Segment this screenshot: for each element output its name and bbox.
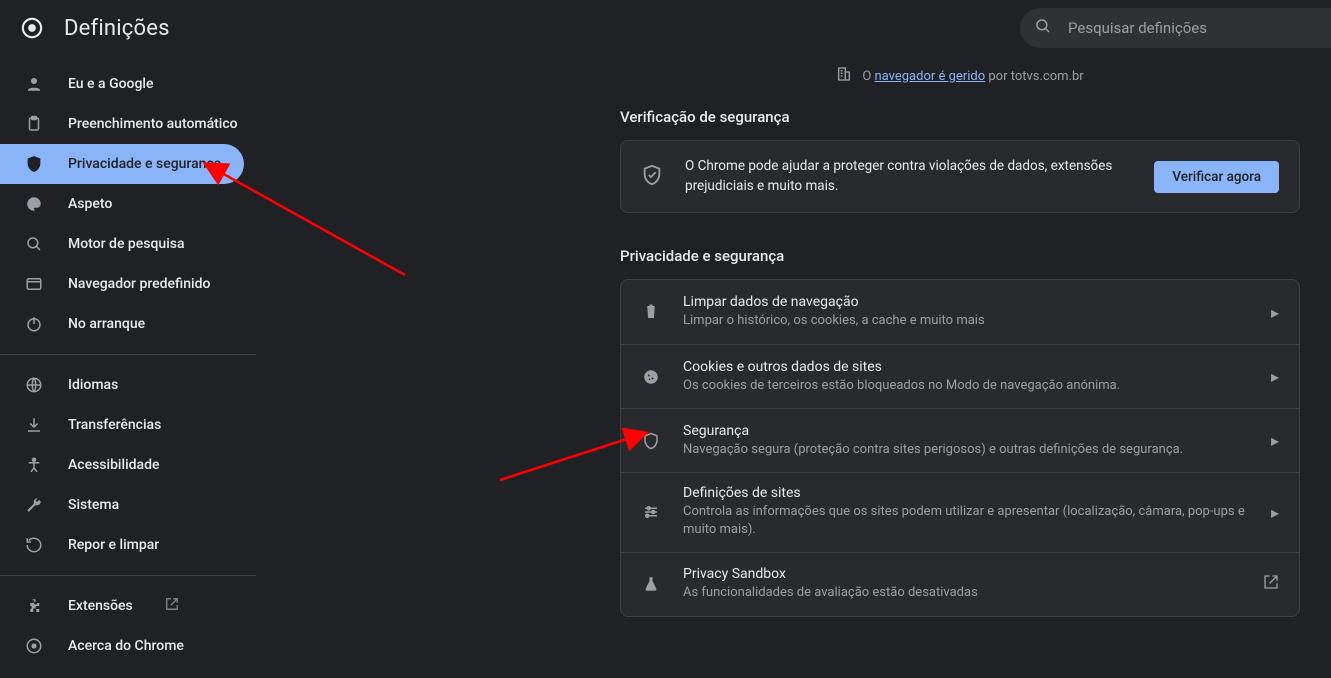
sidebar-item-default-browser[interactable]: Navegador predefinido: [0, 264, 244, 304]
row-clear-browsing-data[interactable]: Limpar dados de navegação Limpar o histó…: [621, 280, 1299, 344]
sidebar-item-label: Acessibilidade: [68, 457, 159, 473]
sidebar-item-search-engine[interactable]: Motor de pesquisa: [0, 224, 244, 264]
sidebar-item-about-chrome[interactable]: Acerca do Chrome: [0, 626, 244, 666]
page-title: Definições: [64, 16, 170, 41]
restore-icon: [24, 535, 44, 555]
sidebar-item-label: Transferências: [68, 417, 161, 433]
power-icon: [24, 314, 44, 334]
clipboard-icon: [24, 114, 44, 134]
row-site-settings[interactable]: Definições de sites Controla as informaç…: [621, 472, 1299, 551]
privacy-section-title: Privacidade e segurança: [620, 247, 1300, 265]
external-link-icon: [165, 597, 179, 615]
safety-check-section-title: Verificação de segurança: [620, 108, 1300, 126]
sidebar-item-you-and-google[interactable]: Eu e a Google: [0, 64, 244, 104]
sidebar-item-reset[interactable]: Repor e limpar: [0, 525, 244, 565]
sidebar-divider: [0, 354, 256, 355]
search-icon: [24, 234, 44, 254]
sidebar-item-label: Repor e limpar: [68, 537, 159, 553]
row-title: Definições de sites: [683, 485, 1249, 501]
person-icon: [24, 74, 44, 94]
row-privacy-sandbox[interactable]: Privacy Sandbox As funcionalidades de av…: [621, 552, 1299, 616]
flask-icon: [641, 575, 661, 593]
sidebar-item-label: Idiomas: [68, 377, 118, 393]
sidebar-item-label: Navegador predefinido: [68, 276, 210, 292]
download-icon: [24, 415, 44, 435]
browser-icon: [24, 274, 44, 294]
chevron-right-icon: ▸: [1271, 367, 1279, 386]
sidebar-item-label: Preenchimento automático: [68, 116, 238, 132]
sidebar-item-label: Extensões: [68, 598, 133, 614]
chevron-right-icon: ▸: [1271, 503, 1279, 522]
row-title: Segurança: [683, 423, 1249, 439]
sidebar-divider: [0, 575, 256, 576]
sliders-icon: [641, 503, 661, 521]
row-subtitle: Limpar o histórico, os cookies, a cache …: [683, 312, 1249, 330]
search-icon: [1034, 17, 1052, 39]
row-cookies[interactable]: Cookies e outros dados de sites Os cooki…: [621, 344, 1299, 408]
chrome-logo-icon: [20, 16, 44, 40]
search-placeholder: Pesquisar definições: [1068, 19, 1207, 37]
row-subtitle: Navegação segura (proteção contra sites …: [683, 441, 1249, 459]
sidebar-item-label: Motor de pesquisa: [68, 236, 185, 252]
trash-icon: [641, 303, 661, 321]
sidebar-item-label: Privacidade e segurança: [68, 156, 221, 172]
row-title: Limpar dados de navegação: [683, 294, 1249, 310]
sidebar-item-on-startup[interactable]: No arranque: [0, 304, 244, 344]
safety-check-button[interactable]: Verificar agora: [1154, 161, 1279, 193]
globe-icon: [24, 375, 44, 395]
privacy-list: Limpar dados de navegação Limpar o histó…: [620, 279, 1300, 616]
search-input[interactable]: Pesquisar definições: [1020, 8, 1331, 48]
shield-check-icon: [641, 164, 663, 190]
external-link-icon: [1263, 574, 1279, 594]
sidebar-item-label: Acerca do Chrome: [68, 638, 184, 654]
managed-by-bar: O navegador é gerido por totvs.com.br: [620, 62, 1300, 90]
shield-icon: [641, 432, 661, 450]
shield-icon: [24, 154, 44, 174]
sidebar-item-downloads[interactable]: Transferências: [0, 405, 244, 445]
row-security[interactable]: Segurança Navegação segura (proteção con…: [621, 408, 1299, 472]
managed-link[interactable]: navegador é gerido: [874, 69, 985, 84]
sidebar-item-label: No arranque: [68, 316, 145, 332]
row-subtitle: As funcionalidades de avaliação estão de…: [683, 584, 1241, 602]
puzzle-icon: [24, 596, 44, 616]
sidebar-item-label: Sistema: [68, 497, 119, 513]
header: Definições Pesquisar definições: [0, 0, 1331, 56]
palette-icon: [24, 194, 44, 214]
wrench-icon: [24, 495, 44, 515]
chevron-right-icon: ▸: [1271, 303, 1279, 322]
sidebar-item-system[interactable]: Sistema: [0, 485, 244, 525]
cookie-icon: [641, 368, 661, 386]
sidebar-item-extensions[interactable]: Extensões: [0, 586, 244, 626]
safety-check-message: O Chrome pode ajudar a proteger contra v…: [685, 157, 1132, 196]
sidebar-item-privacy-security[interactable]: Privacidade e segurança: [0, 144, 244, 184]
sidebar-item-languages[interactable]: Idiomas: [0, 365, 244, 405]
sidebar-item-accessibility[interactable]: Acessibilidade: [0, 445, 244, 485]
row-title: Cookies e outros dados de sites: [683, 359, 1249, 375]
building-icon: [836, 66, 852, 86]
chevron-right-icon: ▸: [1271, 431, 1279, 450]
accessibility-icon: [24, 455, 44, 475]
row-subtitle: Controla as informações que os sites pod…: [683, 503, 1249, 539]
sidebar-item-appearance[interactable]: Aspeto: [0, 184, 244, 224]
row-title: Privacy Sandbox: [683, 566, 1241, 582]
safety-check-card: O Chrome pode ajudar a proteger contra v…: [620, 140, 1300, 213]
row-subtitle: Os cookies de terceiros estão bloqueados…: [683, 377, 1249, 395]
sidebar-item-autofill[interactable]: Preenchimento automático: [0, 104, 244, 144]
sidebar-item-label: Aspeto: [68, 196, 112, 212]
chrome-icon: [24, 636, 44, 656]
sidebar-item-label: Eu e a Google: [68, 76, 154, 92]
managed-text: O navegador é gerido por totvs.com.br: [862, 69, 1083, 84]
sidebar: Eu e a Google Preenchimento automático P…: [0, 64, 256, 666]
main-content: O navegador é gerido por totvs.com.br Ve…: [620, 62, 1300, 617]
